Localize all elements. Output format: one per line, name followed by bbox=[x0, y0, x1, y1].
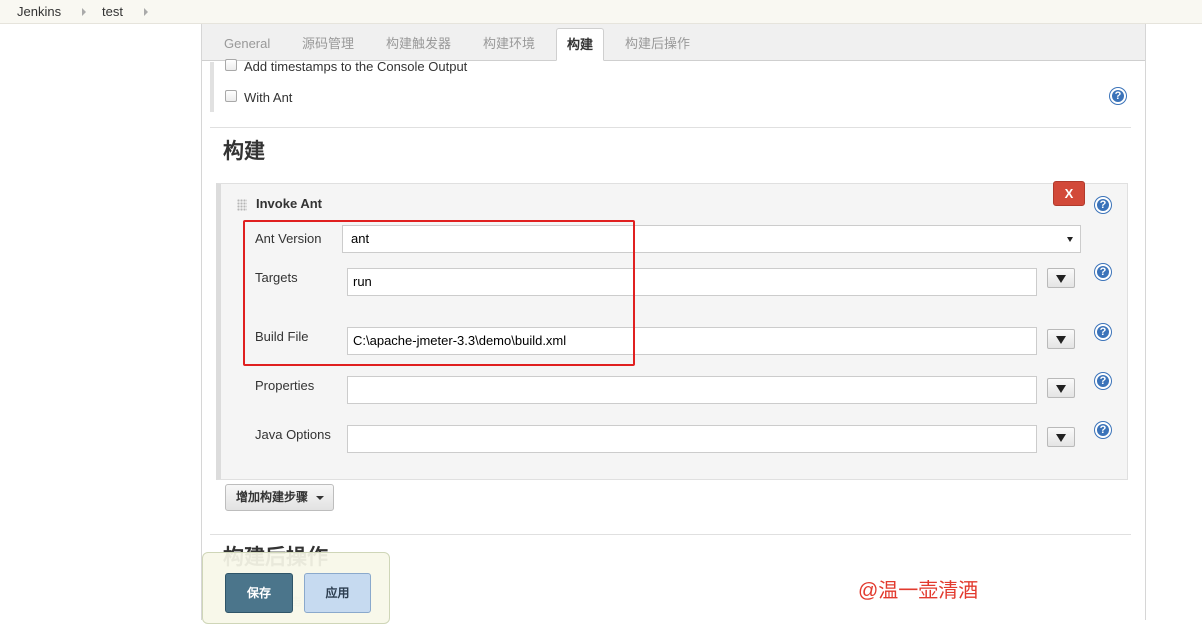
timestamps-checkbox[interactable] bbox=[225, 59, 237, 71]
config-tabbar: General 源码管理 构建触发器 构建环境 构建 构建后操作 bbox=[202, 24, 1145, 61]
breadcrumb-separator-icon[interactable] bbox=[82, 8, 86, 16]
properties-input[interactable] bbox=[347, 376, 1037, 404]
drag-handle-icon[interactable] bbox=[237, 199, 247, 211]
breadcrumb: Jenkins test bbox=[0, 0, 1202, 24]
tab-build-environment[interactable]: 构建环境 bbox=[473, 28, 545, 61]
with-ant-checkbox[interactable] bbox=[225, 90, 237, 102]
delete-step-button[interactable]: X bbox=[1053, 181, 1085, 206]
add-build-step-label: 增加构建步骤 bbox=[236, 490, 309, 504]
expand-arrow-icon bbox=[1056, 336, 1066, 344]
help-icon[interactable]: ? bbox=[1095, 422, 1111, 438]
help-icon[interactable]: ? bbox=[1095, 373, 1111, 389]
help-icon[interactable]: ? bbox=[1095, 264, 1111, 280]
breadcrumb-item-project[interactable]: test bbox=[102, 4, 123, 19]
step-title: Invoke Ant bbox=[256, 196, 322, 211]
tab-post-build[interactable]: 构建后操作 bbox=[615, 28, 700, 61]
java-options-input[interactable] bbox=[347, 425, 1037, 453]
watermark: @温一壶清酒 bbox=[858, 580, 979, 602]
build-env-options-bar bbox=[210, 62, 214, 112]
timestamps-label[interactable]: Add timestamps to the Console Output bbox=[244, 59, 467, 74]
save-button[interactable]: 保存 bbox=[225, 573, 293, 613]
with-ant-label[interactable]: With Ant bbox=[244, 90, 292, 105]
select-arrow-icon bbox=[1067, 237, 1073, 242]
chevron-down-icon bbox=[316, 496, 324, 500]
expand-arrow-icon bbox=[1056, 385, 1066, 393]
section-divider bbox=[210, 127, 1131, 128]
tab-scm[interactable]: 源码管理 bbox=[292, 28, 364, 61]
build-file-expand-button[interactable] bbox=[1047, 329, 1075, 349]
expand-arrow-icon bbox=[1056, 434, 1066, 442]
breadcrumb-separator-icon[interactable] bbox=[144, 8, 148, 16]
highlight-annotation-box bbox=[243, 220, 635, 366]
properties-label: Properties bbox=[255, 378, 315, 393]
expand-arrow-icon bbox=[1056, 275, 1066, 283]
tab-build[interactable]: 构建 bbox=[556, 28, 605, 61]
java-options-expand-button[interactable] bbox=[1047, 427, 1075, 447]
build-section-title: 构建 bbox=[223, 140, 265, 163]
add-build-step-button[interactable]: 增加构建步骤 bbox=[225, 484, 334, 511]
bottom-button-bar: 保存 应用 bbox=[202, 552, 390, 624]
help-icon[interactable]: ? bbox=[1095, 324, 1111, 340]
section-divider bbox=[210, 534, 1131, 535]
java-options-label: Java Options bbox=[255, 427, 331, 442]
targets-expand-button[interactable] bbox=[1047, 268, 1075, 288]
tab-general[interactable]: General bbox=[214, 28, 280, 61]
properties-expand-button[interactable] bbox=[1047, 378, 1075, 398]
help-icon[interactable]: ? bbox=[1110, 88, 1126, 104]
apply-button[interactable]: 应用 bbox=[304, 573, 371, 613]
tab-build-triggers[interactable]: 构建触发器 bbox=[376, 28, 461, 61]
breadcrumb-item-jenkins[interactable]: Jenkins bbox=[17, 4, 61, 19]
help-icon[interactable]: ? bbox=[1095, 197, 1111, 213]
